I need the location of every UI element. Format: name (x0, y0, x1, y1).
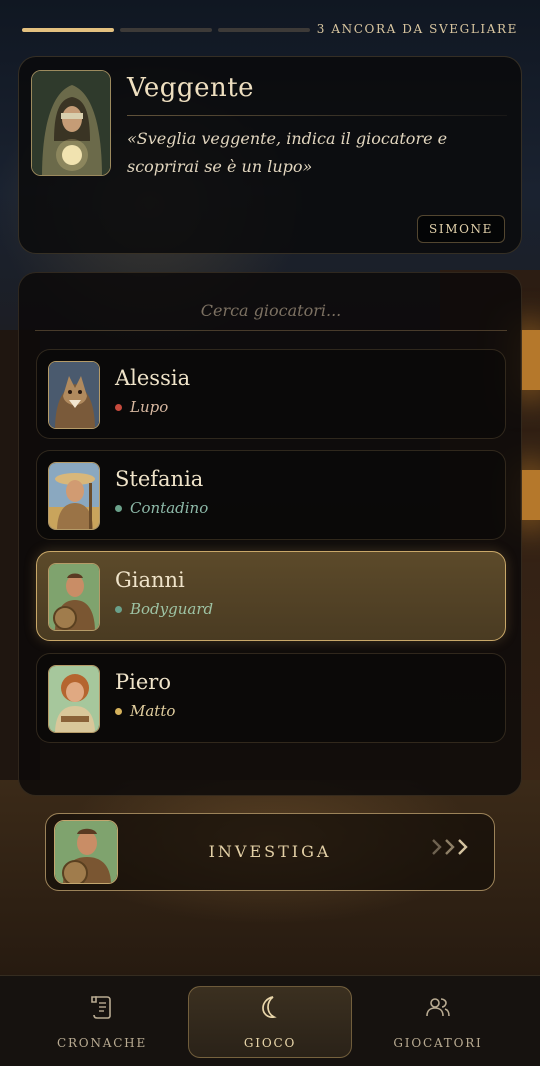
player-role-label: Contadino (130, 499, 209, 517)
nav-label: CRONACHE (56, 1036, 148, 1050)
role-color-dot (115, 707, 122, 715)
nav-tab-cronache[interactable]: CRONACHE (20, 986, 184, 1058)
progress-segment (120, 28, 212, 32)
nav-tab-gioco[interactable]: GIOCO (188, 986, 352, 1058)
role-color-dot (115, 605, 122, 613)
player-role: Contadino (115, 499, 208, 517)
player-role: Lupo (115, 398, 168, 416)
hooded-seer-portrait-icon (31, 70, 111, 176)
role-description: «Sveglia veggente, indica il giocatore e… (127, 129, 448, 176)
wake-progress: 3 ANCORA DA SVEGLIARE (22, 18, 518, 42)
player-card-stefania[interactable]: Stefania Contadino (36, 450, 506, 540)
players-panel: Alessia Lupo Stefania Contadino (18, 272, 522, 796)
divider (127, 115, 507, 116)
nav-tab-giocatori[interactable]: GIOCATORI (356, 986, 520, 1058)
bottom-navigation: CRONACHE GIOCO GIOCATORI (0, 975, 540, 1066)
users-icon (425, 994, 451, 1024)
lit-window (520, 470, 540, 520)
player-name: Gianni (115, 568, 185, 592)
farmer-portrait-icon (48, 462, 100, 530)
investigate-button[interactable]: INVESTIGA (45, 813, 495, 891)
scroll-icon (90, 994, 114, 1024)
player-card-piero[interactable]: Piero Matto (36, 653, 506, 743)
nav-label: GIOCO (243, 1036, 297, 1050)
player-role-label: Matto (130, 702, 176, 720)
player-name: Stefania (115, 467, 204, 491)
player-card-alessia[interactable]: Alessia Lupo (36, 349, 506, 439)
moon-icon (258, 994, 282, 1024)
player-name: Piero (115, 670, 171, 694)
role-color-dot (115, 403, 122, 411)
player-role: Matto (115, 702, 175, 720)
player-role: Bodyguard (115, 600, 213, 618)
search-input[interactable] (35, 291, 507, 331)
progress-segments (22, 28, 310, 32)
player-role-label: Lupo (130, 398, 169, 416)
player-card-gianni[interactable]: Gianni Bodyguard (36, 551, 506, 641)
role-color-dot (115, 504, 122, 512)
jester-portrait-icon (48, 665, 100, 733)
current-role-card: Veggente «Sveglia veggente, indica il gi… (18, 56, 522, 254)
progress-segment (22, 28, 114, 32)
lit-window (520, 330, 540, 390)
narrator-badge[interactable]: SIMONE (417, 215, 505, 243)
werewolf-portrait-icon (48, 361, 100, 429)
role-name: Veggente (127, 73, 255, 103)
investigate-label: INVESTIGA (208, 842, 332, 861)
player-role-label: Bodyguard (130, 600, 214, 618)
remaining-count-label: 3 ANCORA DA SVEGLIARE (316, 22, 518, 36)
bodyguard-portrait-icon (48, 563, 100, 631)
player-name: Alessia (115, 366, 191, 390)
nav-label: GIOCATORI (393, 1036, 483, 1050)
triple-chevron-right-icon (430, 836, 472, 858)
progress-segment (218, 28, 310, 32)
